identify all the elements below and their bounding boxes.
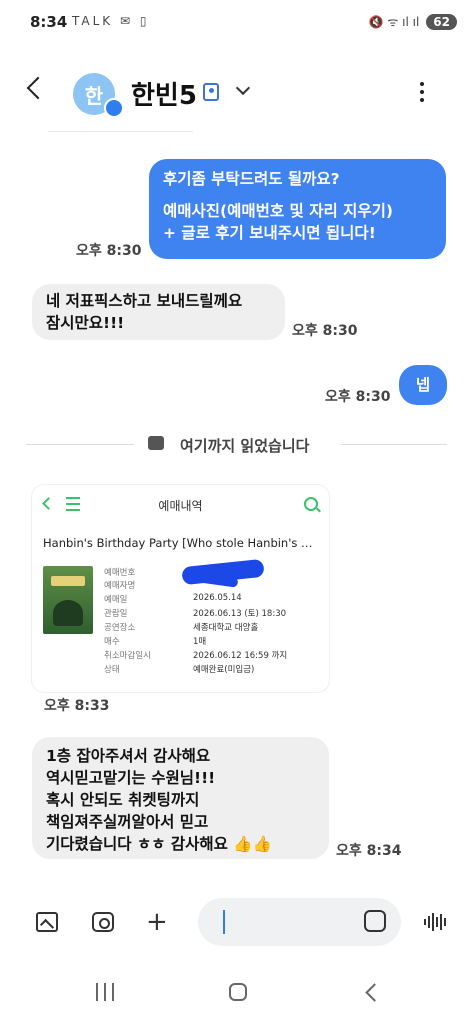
row-label: 예매일 bbox=[104, 595, 128, 605]
contact-card-icon[interactable] bbox=[203, 83, 219, 101]
chevron-down-icon[interactable] bbox=[235, 80, 251, 96]
row-label: 예매자명 bbox=[104, 581, 136, 591]
row-value: 1매 bbox=[193, 637, 207, 647]
add-icon[interactable]: + bbox=[146, 909, 168, 935]
row-value: 세종대학교 대양홀 bbox=[193, 623, 259, 633]
message-line: 1층 잡아주셔서 감사해요 bbox=[46, 747, 211, 765]
message-bubble-incoming[interactable]: 1층 잡아주셔서 감사해요 역시믿고맡기는 수원님!!! 혹시 안되도 취켓팅까… bbox=[32, 737, 329, 859]
recent-apps-icon[interactable] bbox=[96, 983, 114, 1001]
camera-icon[interactable] bbox=[92, 912, 114, 932]
event-poster bbox=[43, 566, 93, 634]
card-header: 예매내역 bbox=[32, 485, 329, 525]
notification-icons: TALK ✉ ▯ bbox=[72, 14, 150, 28]
emoji-icon[interactable] bbox=[364, 910, 386, 932]
search-icon bbox=[304, 497, 318, 511]
message-time: 오후 8:30 bbox=[76, 243, 142, 259]
message-line: 잠시만요!!! bbox=[46, 314, 125, 332]
message-line: 예매사진(예매번호 및 자리 지우기) bbox=[163, 202, 393, 220]
read-marker: 여기까지 읽었습니다 bbox=[180, 437, 310, 455]
message-time: 오후 8:30 bbox=[325, 389, 391, 405]
contact-name[interactable]: 한빈5 bbox=[131, 75, 197, 112]
row-value: 2026.06.13 (토) 18:30 bbox=[193, 609, 287, 619]
row-label: 관람일 bbox=[104, 609, 128, 619]
chat-badge-icon bbox=[104, 98, 124, 118]
nav-back-icon[interactable] bbox=[365, 983, 384, 1002]
signal-icons: 🔇 ᯤ ıl ıl bbox=[368, 15, 420, 29]
more-options-icon[interactable] bbox=[420, 82, 425, 102]
row-label: 취소마감일시 bbox=[104, 651, 151, 661]
row-value: 2026.05.14 bbox=[193, 593, 242, 603]
message-line: + 글로 후기 보내주시면 됩니다! bbox=[163, 224, 376, 242]
divider bbox=[26, 444, 134, 445]
text-cursor bbox=[223, 910, 225, 934]
row-value: 예매완료(미입금) bbox=[193, 665, 255, 675]
message-line: 책임져주실꺼알아서 믿고 bbox=[46, 813, 209, 831]
shared-image[interactable]: 예매내역 Hanbin's Birthday Party [Who stole … bbox=[32, 485, 329, 692]
message-time: 오후 8:34 bbox=[336, 843, 402, 859]
battery-icon: 62 bbox=[426, 13, 457, 30]
status-right: 🔇 ᯤ ıl ıl 62 bbox=[369, 13, 457, 30]
message-bubble-incoming[interactable]: 네 저표픽스하고 보내드릴께요 잠시만요!!! bbox=[32, 284, 285, 340]
message-bubble-outgoing[interactable]: 후기좀 부탁드려도 될까요? 예매사진(예매번호 및 자리 지우기) + 글로 … bbox=[149, 159, 446, 259]
message-line: 넵 bbox=[415, 376, 431, 394]
row-label: 공연장소 bbox=[104, 623, 136, 633]
row-label: 예매번호 bbox=[104, 568, 136, 578]
message-line: 후기좀 부탁드려도 될까요? bbox=[163, 170, 340, 188]
message-line: 기다렸습니다 ㅎㅎ 감사해요 👍👍 bbox=[46, 835, 272, 853]
row-label: 매수 bbox=[104, 637, 120, 647]
row-label: 상태 bbox=[104, 665, 120, 675]
message-line: 역시믿고맡기는 수원님!!! bbox=[46, 769, 216, 787]
status-time: 8:34 bbox=[30, 13, 68, 31]
back-icon[interactable] bbox=[26, 76, 50, 100]
message-line: 네 저표픽스하고 보내드릴께요 bbox=[46, 292, 243, 310]
message-line bbox=[163, 190, 432, 200]
gallery-icon[interactable] bbox=[36, 912, 58, 932]
voice-input-icon[interactable] bbox=[424, 913, 446, 931]
home-icon[interactable] bbox=[229, 983, 247, 1001]
row-value: 2026.06.12 16:59 까지 bbox=[193, 651, 288, 661]
card-page-title: 예매내역 bbox=[158, 499, 203, 513]
chat-icon bbox=[148, 436, 164, 450]
message-time: 오후 8:30 bbox=[292, 323, 358, 339]
event-title: Hanbin's Birthday Party [Who stole Hanbi… bbox=[43, 536, 313, 550]
message-line: 혹시 안되도 취켓팅까지 bbox=[46, 791, 200, 809]
divider bbox=[48, 131, 193, 132]
message-time: 오후 8:33 bbox=[44, 698, 110, 714]
divider bbox=[341, 444, 447, 445]
message-bubble-outgoing[interactable]: 넵 bbox=[399, 365, 447, 405]
